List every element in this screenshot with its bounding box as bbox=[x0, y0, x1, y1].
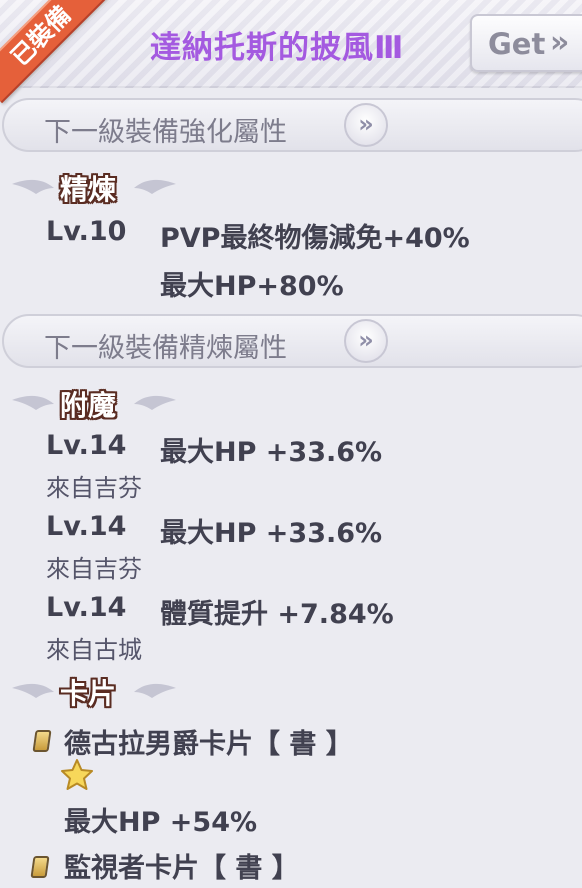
refine-attribute-line: 最大HP+80% bbox=[160, 271, 344, 302]
enchant-level: Lv.14 bbox=[46, 592, 127, 623]
double-chevron-icon[interactable]: » bbox=[344, 319, 388, 363]
refine-attribute-line: PVP最終物傷減免+40% bbox=[160, 223, 470, 254]
wing-left-icon bbox=[12, 395, 54, 410]
category-refine: 精煉 bbox=[6, 166, 186, 206]
equipment-title: 達納托斯的披風Ⅲ bbox=[150, 30, 405, 66]
category-cards: 卡片 bbox=[6, 670, 186, 710]
enchant-source: 來自吉芬 bbox=[46, 474, 142, 502]
get-button[interactable]: Get » bbox=[470, 14, 582, 72]
wing-right-icon bbox=[134, 683, 176, 698]
enchant-level: Lv.14 bbox=[46, 430, 127, 461]
enchant-source: 來自吉芬 bbox=[46, 555, 142, 583]
next-enhance-attributes-bar[interactable]: 下一級裝備強化屬性 » bbox=[2, 98, 582, 152]
card-icon bbox=[32, 730, 52, 752]
card-name[interactable]: 監視者卡片【 書 】 bbox=[64, 846, 299, 885]
wing-right-icon bbox=[134, 395, 176, 410]
enchant-attribute: 最大HP +33.6% bbox=[160, 437, 383, 468]
section-label: 下一級裝備強化屬性 bbox=[44, 117, 287, 148]
header-bar: 達納托斯的披風Ⅲ Get » 已裝備 bbox=[0, 0, 582, 104]
get-button-label: Get bbox=[488, 27, 546, 61]
wing-left-icon bbox=[12, 179, 54, 194]
section-label: 下一級裝備精煉屬性 bbox=[44, 333, 287, 364]
next-refine-attributes-bar[interactable]: 下一級裝備精煉屬性 » bbox=[2, 314, 582, 368]
chevron-right-icon: » bbox=[550, 25, 570, 60]
category-enchant: 附魔 bbox=[6, 382, 186, 422]
wing-right-icon bbox=[134, 179, 176, 194]
double-chevron-icon[interactable]: » bbox=[344, 103, 388, 147]
category-title: 附魔 bbox=[60, 389, 117, 422]
star-icon bbox=[61, 759, 93, 790]
enchant-level: Lv.14 bbox=[46, 511, 127, 542]
card-icon bbox=[30, 856, 50, 878]
category-title: 精煉 bbox=[60, 173, 117, 206]
refine-level: Lv.10 bbox=[46, 216, 127, 247]
wing-left-icon bbox=[12, 683, 54, 698]
enchant-source: 來自古城 bbox=[46, 636, 142, 664]
enchant-attribute: 體質提升 +7.84% bbox=[160, 599, 394, 630]
enchant-attribute: 最大HP +33.6% bbox=[160, 518, 383, 549]
equipment-tooltip-panel: 達納托斯的披風Ⅲ Get » 已裝備 下一級裝備強化屬性 » 精煉 Lv.10 … bbox=[0, 0, 582, 888]
card-name[interactable]: 德古拉男爵卡片【 書 】 bbox=[64, 722, 353, 761]
card-effect: 最大HP +54% bbox=[64, 807, 258, 838]
category-title: 卡片 bbox=[60, 677, 117, 710]
